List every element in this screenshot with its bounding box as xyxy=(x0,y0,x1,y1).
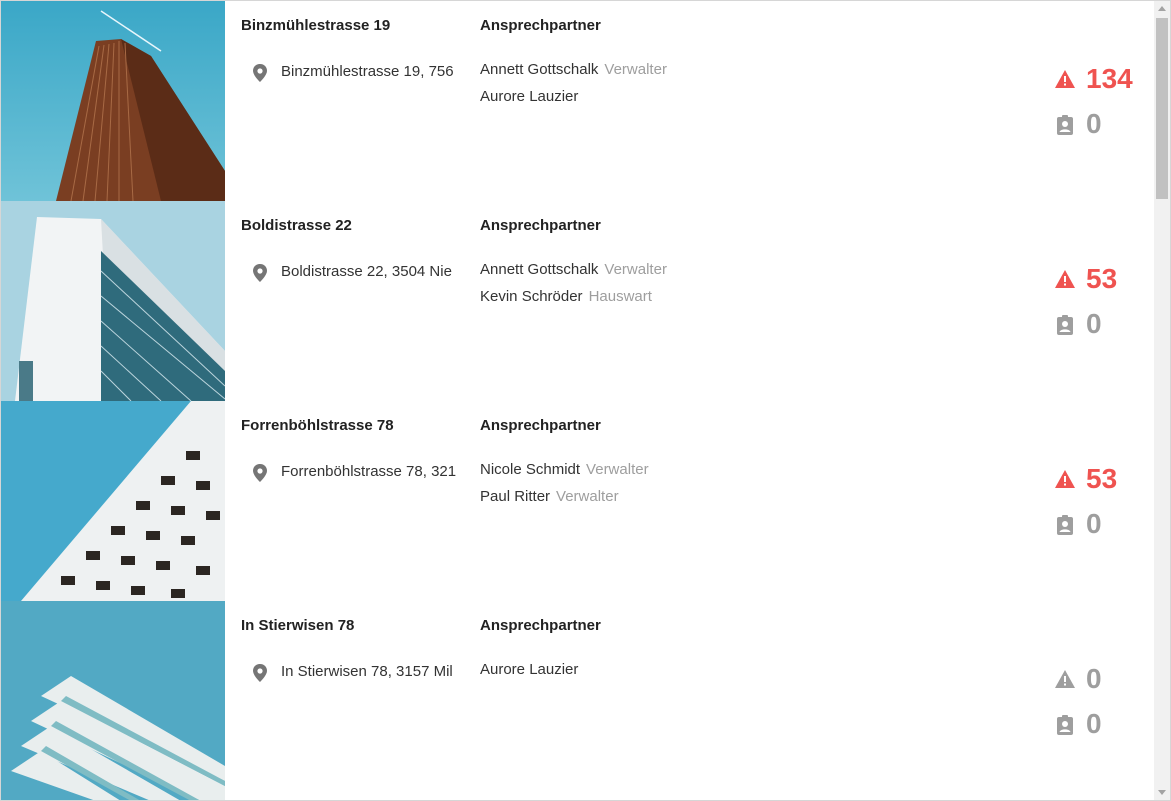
clipboard-user-icon xyxy=(1054,314,1076,341)
contact-name: Aurore Lauzier xyxy=(480,88,579,105)
contacts-heading: Ansprechpartner xyxy=(480,617,601,634)
warning-icon xyxy=(1054,269,1076,294)
contact-entry: Paul Ritter Verwalter xyxy=(480,488,619,505)
contact-name: Nicole Schmidt xyxy=(480,461,581,478)
tasks-count: 0 xyxy=(1086,708,1102,739)
property-address: In Stierwisen 78, 3157 Mil xyxy=(251,661,465,685)
warning-icon xyxy=(1054,469,1076,494)
building-photo xyxy=(1,1,225,201)
contact-entry: Annett Gottschalk Verwalter xyxy=(480,261,667,278)
clipboard-user-icon xyxy=(1054,514,1076,541)
property-address: Forrenböhlstrasse 78, 321 xyxy=(251,461,465,485)
property-card[interactable]: Forrenböhlstrasse 78 Forrenböhlstrasse 7… xyxy=(1,401,1154,602)
alerts-count: 53 xyxy=(1086,463,1118,494)
contact-entry: Kevin Schröder Hauswart xyxy=(480,288,652,305)
location-pin-icon xyxy=(251,63,269,85)
tasks-count: 0 xyxy=(1086,308,1102,339)
building-photo xyxy=(1,401,225,601)
property-address: Binzmühlestrasse 19, 756 xyxy=(251,61,465,85)
contacts-heading: Ansprechpartner xyxy=(480,17,601,34)
property-card[interactable]: In Stierwisen 78 In Stierwisen 78, 3157 … xyxy=(1,601,1154,800)
contact-role: Verwalter xyxy=(604,61,667,78)
alerts-count: 134 xyxy=(1086,63,1133,94)
warning-icon xyxy=(1054,669,1076,694)
contacts-heading: Ansprechpartner xyxy=(480,217,601,234)
tasks-count: 0 xyxy=(1086,508,1102,539)
property-title[interactable]: Boldistrasse 22 xyxy=(241,217,352,234)
property-address: Boldistrasse 22, 3504 Nie xyxy=(251,261,465,285)
alerts-count: 0 xyxy=(1086,663,1102,694)
location-pin-icon xyxy=(251,463,269,485)
clipboard-user-icon xyxy=(1054,114,1076,141)
contact-name: Annett Gottschalk xyxy=(480,61,599,78)
building-photo xyxy=(1,601,225,800)
scroll-up-icon[interactable] xyxy=(1158,6,1166,11)
property-title[interactable]: Forrenböhlstrasse 78 xyxy=(241,417,394,434)
clipboard-user-icon xyxy=(1054,714,1076,741)
scrollbar-thumb[interactable] xyxy=(1156,18,1168,199)
contact-role: Hauswart xyxy=(588,288,652,305)
property-title[interactable]: In Stierwisen 78 xyxy=(241,617,354,634)
contact-name: Kevin Schröder xyxy=(480,288,583,305)
scroll-down-icon[interactable] xyxy=(1158,790,1166,795)
property-card[interactable]: Binzmühlestrasse 19 Binzmühlestrasse 19,… xyxy=(1,1,1154,202)
tasks-count: 0 xyxy=(1086,108,1102,139)
contact-entry: Annett Gottschalk Verwalter xyxy=(480,61,667,78)
warning-icon xyxy=(1054,69,1076,94)
property-card[interactable]: Boldistrasse 22 Boldistrasse 22, 3504 Ni… xyxy=(1,201,1154,402)
contact-role: Verwalter xyxy=(604,261,667,278)
contact-name: Annett Gottschalk xyxy=(480,261,599,278)
contact-entry: Aurore Lauzier xyxy=(480,88,578,105)
property-list-window: Binzmühlestrasse 19 Binzmühlestrasse 19,… xyxy=(0,0,1171,801)
contact-role: Verwalter xyxy=(556,488,619,505)
location-pin-icon xyxy=(251,663,269,685)
address-text: Binzmühlestrasse 19, 756 xyxy=(281,63,454,80)
alerts-count: 53 xyxy=(1086,263,1118,294)
property-title[interactable]: Binzmühlestrasse 19 xyxy=(241,17,390,34)
building-photo xyxy=(1,201,225,401)
contacts-heading: Ansprechpartner xyxy=(480,417,601,434)
location-pin-icon xyxy=(251,263,269,285)
contact-entry: Aurore Lauzier xyxy=(480,661,578,678)
address-text: Forrenböhlstrasse 78, 321 xyxy=(281,463,457,480)
contact-name: Paul Ritter xyxy=(480,488,551,505)
address-text: In Stierwisen 78, 3157 Mil xyxy=(281,663,453,680)
contact-role: Verwalter xyxy=(586,461,649,478)
contact-name: Aurore Lauzier xyxy=(480,661,579,678)
address-text: Boldistrasse 22, 3504 Nie xyxy=(281,263,452,280)
contact-entry: Nicole Schmidt Verwalter xyxy=(480,461,649,478)
